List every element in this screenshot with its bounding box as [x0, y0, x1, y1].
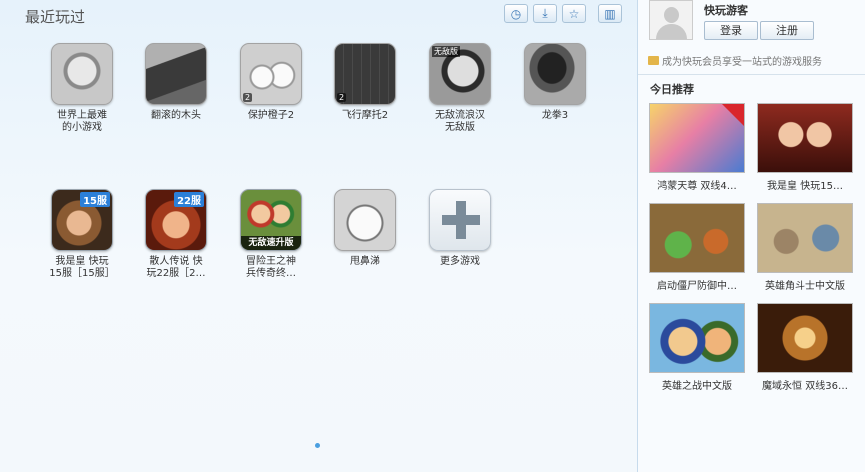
game-tile[interactable]: 2 飞行摩托2 — [323, 43, 407, 122]
recommend-thumbnail[interactable] — [757, 203, 853, 273]
clock-icon[interactable]: ◷ — [504, 4, 528, 23]
game-name[interactable]: 翻滚的木头 — [134, 110, 218, 122]
recommend-item[interactable]: 英雄之战中文版 — [648, 303, 746, 392]
promo-text[interactable]: 成为快玩会员享受一站式的游戏服务 — [662, 53, 822, 68]
edition-tag: 无敌版 — [432, 46, 460, 57]
game-name[interactable]: 我是皇 快玩 15服［15服］ — [40, 256, 124, 280]
game-tile[interactable]: 2 保护橙子2 — [229, 43, 313, 122]
game-thumbnail[interactable] — [334, 189, 396, 251]
sequel-number: 2 — [337, 93, 347, 102]
recommend-item[interactable]: 鸿蒙天尊 双线4… — [648, 103, 746, 192]
recommend-name[interactable]: 我是皇 快玩15… — [756, 177, 854, 192]
game-tile[interactable]: 无敌版 无敌流浪汉 无敌版 — [418, 43, 502, 134]
sequel-number: 2 — [243, 93, 253, 102]
game-thumbnail[interactable] — [524, 43, 586, 105]
recommend-item[interactable]: 启动僵尸防御中… — [648, 203, 746, 292]
trash-icon[interactable]: ▥ — [598, 4, 622, 23]
edition-banner: 无敌速升版 — [241, 236, 301, 250]
server-badge: 22服 — [174, 192, 204, 207]
game-name[interactable]: 无敌流浪汉 无敌版 — [418, 110, 502, 134]
game-name[interactable]: 冒险王之神 兵传奇终… — [229, 256, 313, 280]
recommend-name[interactable]: 英雄角斗士中文版 — [756, 277, 854, 292]
recommend-thumbnail[interactable] — [757, 303, 853, 373]
game-thumbnail[interactable] — [145, 43, 207, 105]
game-tile[interactable]: 无敌速升版 冒险王之神 兵传奇终… — [229, 189, 313, 280]
page-indicator-dot[interactable] — [315, 443, 320, 448]
more-games-label[interactable]: 更多游戏 — [418, 256, 502, 268]
game-thumbnail[interactable]: 无敌版 — [429, 43, 491, 105]
recent-games-panel: 最近玩过 ◷ ⤓ ☆ ▥ 世界上最难 的小游戏 翻滚的木头 2 保护橙子2 2 … — [0, 0, 638, 472]
download-icon[interactable]: ⤓ — [533, 4, 557, 23]
game-tile[interactable]: 15服 我是皇 快玩 15服［15服］ — [40, 189, 124, 280]
game-tile[interactable]: 世界上最难 的小游戏 — [40, 43, 124, 134]
account-sidebar: 快玩游客 登录 注册 成为快玩会员享受一站式的游戏服务 今日推荐 鸿蒙天尊 双线… — [638, 0, 865, 472]
game-thumbnail[interactable]: 无敌速升版 — [240, 189, 302, 251]
divider — [638, 74, 865, 75]
game-tile[interactable]: 龙拳3 — [513, 43, 597, 122]
game-thumbnail[interactable]: 22服 — [145, 189, 207, 251]
game-name[interactable]: 甩鼻涕 — [323, 256, 407, 268]
recommend-item[interactable]: 我是皇 快玩15… — [756, 103, 854, 192]
recommend-name[interactable]: 启动僵尸防御中… — [648, 277, 746, 292]
game-tile[interactable]: 甩鼻涕 — [323, 189, 407, 268]
member-promo[interactable]: 成为快玩会员享受一站式的游戏服务 — [648, 53, 822, 68]
hot-ribbon — [722, 104, 744, 126]
game-tile[interactable]: 翻滚的木头 — [134, 43, 218, 122]
game-thumbnail[interactable] — [51, 43, 113, 105]
toolbar: ◷ ⤓ ☆ ▥ — [504, 4, 627, 23]
recommend-thumbnail[interactable] — [649, 203, 745, 273]
recommend-thumbnail[interactable] — [757, 103, 853, 173]
avatar — [649, 0, 693, 40]
game-name[interactable]: 飞行摩托2 — [323, 110, 407, 122]
game-thumbnail[interactable]: 2 — [334, 43, 396, 105]
recommend-name[interactable]: 魔域永恒 双线36… — [756, 377, 854, 392]
recommend-item[interactable]: 英雄角斗士中文版 — [756, 203, 854, 292]
panel-title: 最近玩过 — [25, 8, 86, 26]
plus-icon[interactable] — [429, 189, 491, 251]
game-name[interactable]: 保护橙子2 — [229, 110, 313, 122]
game-thumbnail[interactable]: 2 — [240, 43, 302, 105]
server-badge: 15服 — [80, 192, 110, 207]
game-tile[interactable]: 22服 散人传说 快 玩22服［2… — [134, 189, 218, 280]
more-games-tile[interactable]: 更多游戏 — [418, 189, 502, 268]
star-icon[interactable]: ☆ — [562, 4, 586, 23]
recommend-item[interactable]: 魔域永恒 双线36… — [756, 303, 854, 392]
crown-icon — [648, 56, 659, 65]
recommend-name[interactable]: 英雄之战中文版 — [648, 377, 746, 392]
game-name[interactable]: 散人传说 快 玩22服［2… — [134, 256, 218, 280]
game-name[interactable]: 世界上最难 的小游戏 — [40, 110, 124, 134]
login-button[interactable]: 登录 — [704, 21, 758, 40]
username: 快玩游客 — [704, 4, 748, 17]
recommend-name[interactable]: 鸿蒙天尊 双线4… — [648, 177, 746, 192]
recommend-title: 今日推荐 — [650, 83, 694, 96]
game-name[interactable]: 龙拳3 — [513, 110, 597, 122]
register-button[interactable]: 注册 — [760, 21, 814, 40]
game-thumbnail[interactable]: 15服 — [51, 189, 113, 251]
recommend-thumbnail[interactable] — [649, 103, 745, 173]
recommend-thumbnail[interactable] — [649, 303, 745, 373]
